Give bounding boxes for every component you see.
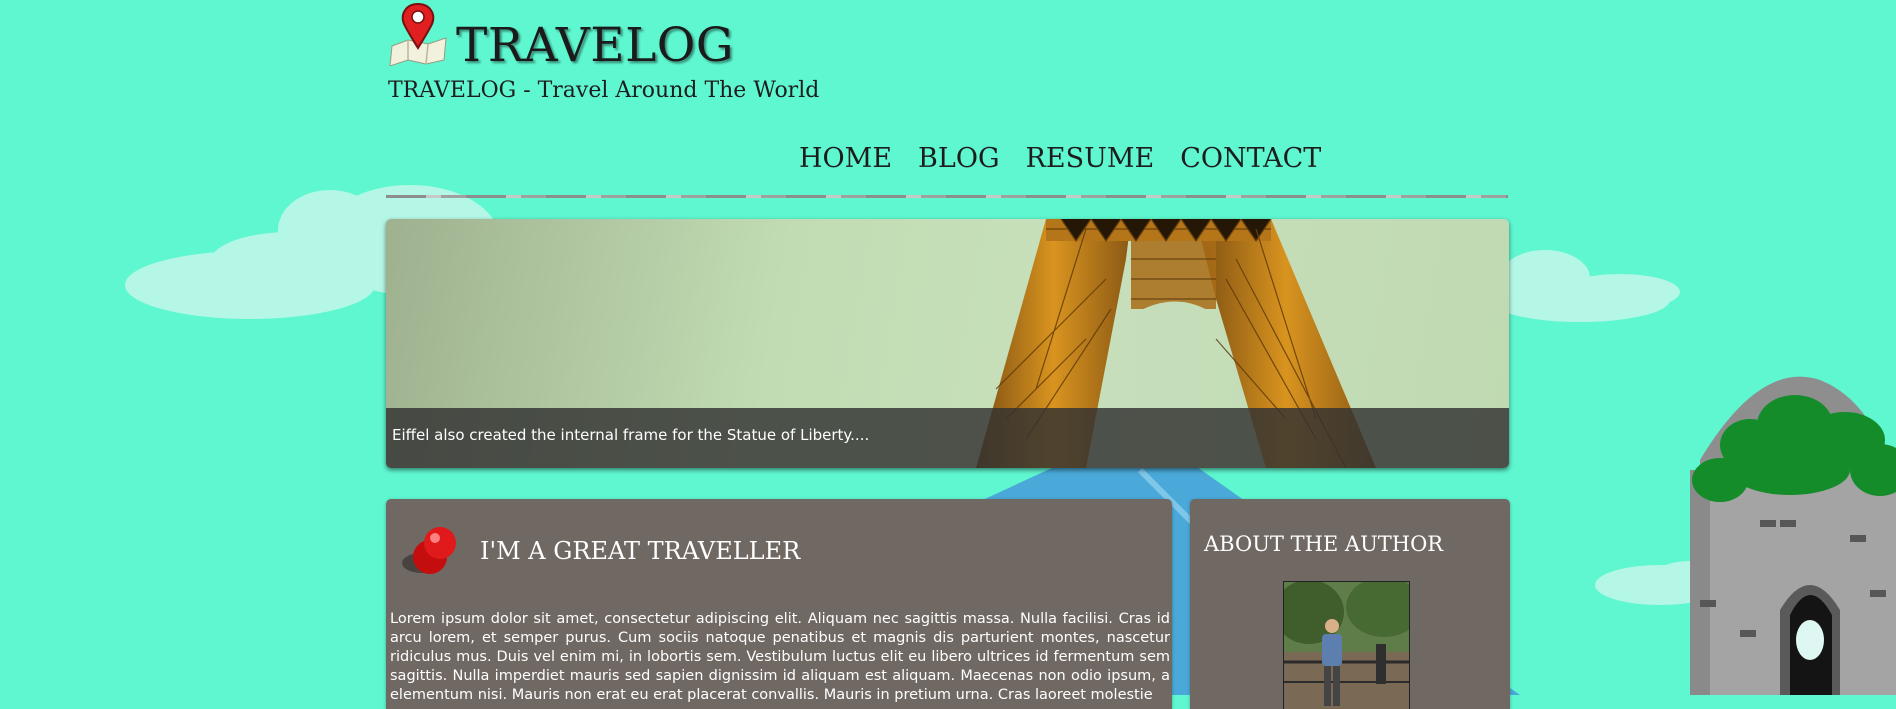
castle-tower <box>1690 376 1896 695</box>
post-body: Lorem ipsum dolor sit amet, consectetur … <box>390 611 1170 703</box>
cloud-small-right <box>1595 561 1725 605</box>
main-nav: HOME BLOG RESUME CONTACT <box>799 143 1321 174</box>
nav-resume[interactable]: RESUME <box>1026 143 1155 174</box>
about-author-title: ABOUT THE AUTHOR <box>1204 532 1444 556</box>
slider-caption: Eiffel also created the internal frame f… <box>386 408 1509 468</box>
site-logo-text[interactable]: TRAVELOG <box>456 18 734 73</box>
about-author-panel: ABOUT THE AUTHOR <box>1190 499 1510 709</box>
site-tagline: TRAVELOG - Travel Around The World <box>388 78 820 103</box>
slider-caption-text: Eiffel also created the internal frame f… <box>392 426 870 444</box>
cloud-right <box>1490 250 1680 322</box>
post-title[interactable]: I'M A GREAT TRAVELLER <box>480 537 800 565</box>
author-photo-image <box>1284 582 1409 709</box>
nav-divider <box>386 195 1508 198</box>
map-pin-logo-icon[interactable] <box>386 0 450 66</box>
nav-contact[interactable]: CONTACT <box>1180 143 1321 174</box>
image-slider[interactable]: Eiffel also created the internal frame f… <box>386 219 1509 468</box>
blog-post: I'M A GREAT TRAVELLER Lorem ipsum dolor … <box>386 499 1172 709</box>
nav-home[interactable]: HOME <box>799 143 892 174</box>
nav-blog[interactable]: BLOG <box>918 143 999 174</box>
pushpin-icon <box>402 527 456 574</box>
author-photo[interactable] <box>1283 581 1410 709</box>
